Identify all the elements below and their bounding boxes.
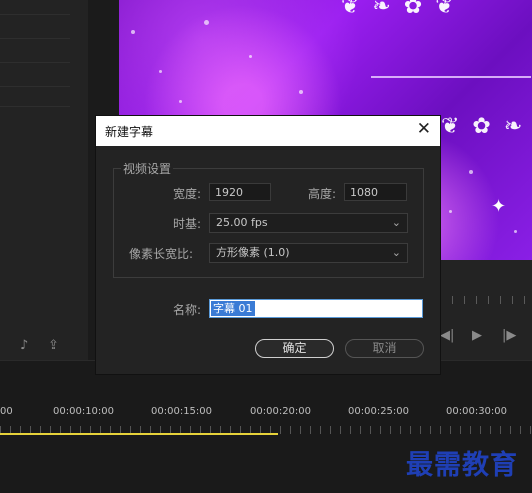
height-label: 高度: xyxy=(308,187,337,201)
sparkle xyxy=(514,230,517,233)
floral-ornament-top: ❦ ❧ ✿ ❦ xyxy=(341,0,457,19)
name-label: 名称: xyxy=(173,303,202,317)
sparkle xyxy=(131,30,135,34)
sparkle-star-icon: ✦ xyxy=(491,196,507,217)
pixel-aspect-label: 像素长宽比: xyxy=(129,247,194,261)
music-note-icon[interactable]: ♪ xyxy=(20,338,28,353)
panel-row-divider xyxy=(0,14,70,15)
width-field: 1920 xyxy=(209,183,271,201)
panel-row-divider xyxy=(0,86,70,87)
cancel-button[interactable]: 取消 xyxy=(345,339,424,358)
timecode: 00:00:20:00 xyxy=(250,406,312,417)
decorative-line xyxy=(371,76,531,78)
project-panel: ♪ ⇪ xyxy=(0,0,88,360)
timecode: 00:00:10:00 xyxy=(53,406,115,417)
timebase-select[interactable]: 25.00 fps ⌄ xyxy=(209,213,408,233)
work-area-bar[interactable] xyxy=(0,433,278,435)
watermark-logo: 最需教育 xyxy=(406,450,518,481)
width-label: 宽度: xyxy=(173,187,202,201)
play-icon[interactable]: ▶ xyxy=(472,328,482,343)
timecode: 00:00:15:00 xyxy=(151,406,213,417)
sparkle xyxy=(449,210,452,213)
timecode: 00:00:30:00 xyxy=(446,406,508,417)
panel-row-divider xyxy=(0,62,70,63)
dialog-titlebar[interactable]: 新建字幕 ✕ xyxy=(96,116,440,146)
ok-button[interactable]: 确定 xyxy=(255,339,334,358)
sparkle xyxy=(299,90,303,94)
panel-row-divider xyxy=(0,38,70,39)
chevron-down-icon: ⌄ xyxy=(391,216,401,229)
timebase-value: 25.00 fps xyxy=(216,216,268,229)
monitor-ruler xyxy=(440,296,532,304)
sparkle xyxy=(159,70,162,73)
monitor-controls: ◀| ▶ |▶ xyxy=(430,260,532,360)
step-back-icon[interactable]: ◀| xyxy=(440,328,454,343)
video-settings-title: 视频设置 xyxy=(121,160,174,177)
chevron-down-icon: ⌄ xyxy=(391,246,401,259)
timecode: 00 xyxy=(0,406,13,417)
name-input[interactable]: 字幕 01 xyxy=(209,299,423,318)
sparkle xyxy=(469,170,473,174)
timebase-label: 时基: xyxy=(173,217,202,231)
timecode: 00:00:25:00 xyxy=(348,406,410,417)
insert-icon[interactable]: ⇪ xyxy=(48,338,59,353)
new-title-dialog: 新建字幕 ✕ 视频设置 宽度: 1920 高度: 1080 时基: 25.00 … xyxy=(96,116,440,374)
height-field: 1080 xyxy=(344,183,407,201)
pixel-aspect-value: 方形像素 (1.0) xyxy=(216,246,290,259)
pixel-aspect-select[interactable]: 方形像素 (1.0) ⌄ xyxy=(209,243,408,263)
close-icon[interactable]: ✕ xyxy=(417,119,431,139)
sparkle xyxy=(204,20,209,25)
sparkle xyxy=(179,100,182,103)
panel-row-divider xyxy=(0,106,70,107)
dialog-title: 新建字幕 xyxy=(105,125,154,139)
floral-ornament-right: ❦ ✿ ❧ xyxy=(441,114,526,139)
name-input-selected-text: 字幕 01 xyxy=(211,301,255,316)
step-forward-icon[interactable]: |▶ xyxy=(502,328,516,343)
sparkle xyxy=(249,55,252,58)
